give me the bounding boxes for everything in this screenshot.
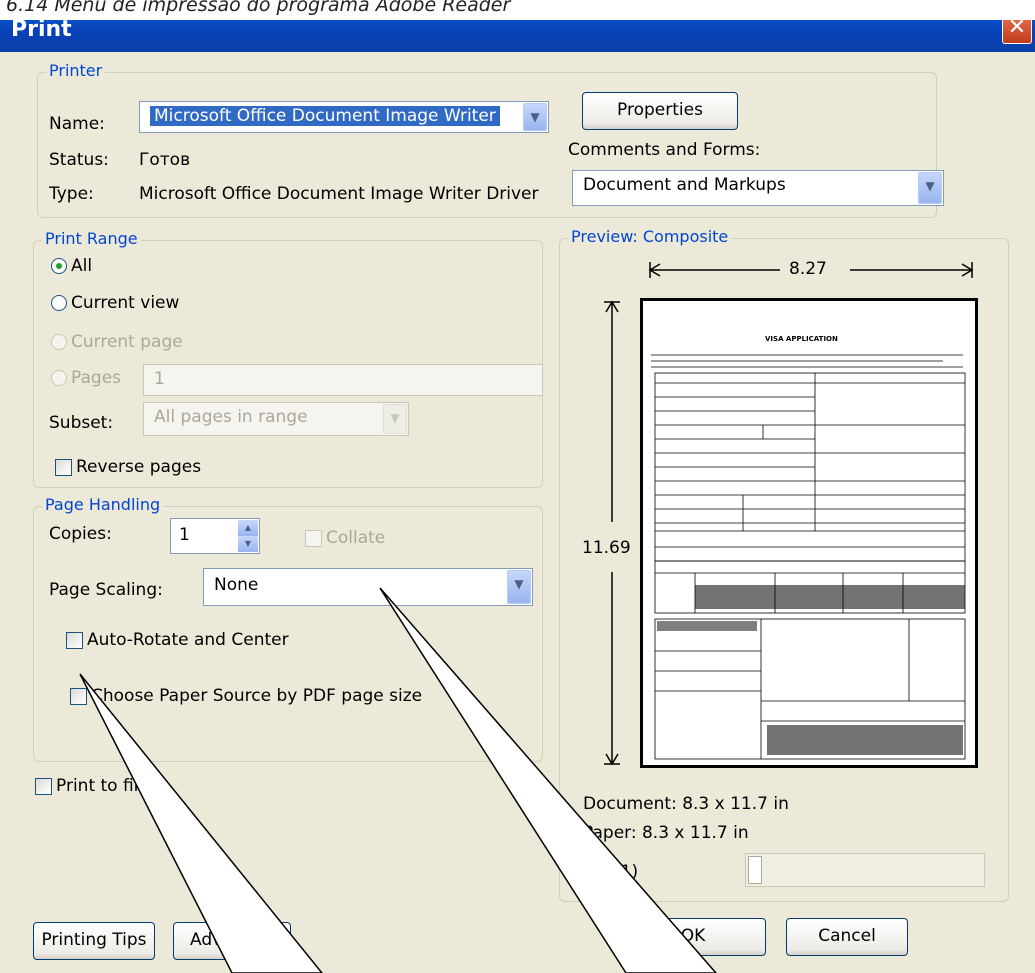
comments-forms-select[interactable]: Document and Markups ▼ <box>572 170 944 206</box>
preview-page: VISA APPLICATION <box>640 298 978 768</box>
comments-forms-label: Comments and Forms: <box>568 140 761 160</box>
subset-label: Subset: <box>49 413 114 433</box>
window-title: Print <box>11 17 72 42</box>
range-current-view-label: Current view <box>71 293 180 313</box>
pages-input-value: 1 <box>154 369 165 389</box>
advanced-button[interactable]: Advanced <box>173 922 291 960</box>
chevron-down-icon: ▼ <box>383 404 407 434</box>
range-pages-label: Pages <box>71 368 122 388</box>
reverse-pages-label: Reverse pages <box>76 457 202 477</box>
range-all-radio[interactable]: All <box>51 256 92 276</box>
checkbox-icon <box>70 687 87 705</box>
auto-rotate-label: Auto-Rotate and Center <box>87 630 289 650</box>
range-current-view-radio[interactable]: Current view <box>51 293 179 313</box>
radio-icon <box>51 334 67 350</box>
print-to-file-checkbox[interactable]: Print to file <box>35 776 149 796</box>
copies-stepper[interactable]: 1 ▲ ▼ <box>170 518 260 554</box>
printer-status-label: Status: <box>49 150 109 170</box>
chevron-down-icon: ▼ <box>507 570 531 604</box>
preview-height-value: 11.69 <box>582 538 631 558</box>
checkbox-icon <box>55 458 72 476</box>
chevron-down-icon: ▼ <box>523 103 547 131</box>
preview-page-slider[interactable] <box>745 853 985 887</box>
page-scaling-select[interactable]: None ▼ <box>203 568 533 606</box>
copies-label: Copies: <box>49 524 112 544</box>
comments-forms-value: Document and Markups <box>583 175 786 195</box>
paper-source-checkbox[interactable]: Choose Paper Source by PDF page size <box>70 686 422 706</box>
printer-name-value: Microsoft Office Document Image Writer <box>150 106 500 126</box>
range-all-label: All <box>71 256 93 276</box>
printer-type-label: Type: <box>49 184 94 204</box>
printer-type-value: Microsoft Office Document Image Writer D… <box>139 184 539 204</box>
preview-group-title: Preview: Composite <box>568 227 732 246</box>
range-current-page-radio[interactable]: Current page <box>51 332 183 352</box>
subset-select[interactable]: All pages in range ▼ <box>143 402 409 436</box>
radio-icon <box>51 370 67 386</box>
page-scaling-value: None <box>214 575 259 595</box>
page-handling-group-title: Page Handling <box>42 495 164 514</box>
checkbox-icon <box>305 529 322 547</box>
document-size: Document: 8.3 x 11.7 in <box>583 794 789 814</box>
chevron-down-icon: ▼ <box>918 172 942 204</box>
auto-rotate-checkbox[interactable]: Auto-Rotate and Center <box>66 630 289 650</box>
ok-button[interactable]: OK <box>620 918 766 956</box>
printer-name-select[interactable]: Microsoft Office Document Image Writer ▼ <box>139 101 549 133</box>
reverse-pages-checkbox[interactable]: Reverse pages <box>55 457 201 477</box>
collate-label: Collate <box>326 528 386 548</box>
preview-width-value: 8.27 <box>789 259 827 279</box>
spin-up-icon[interactable]: ▲ <box>238 520 258 536</box>
radio-icon <box>51 295 67 311</box>
cancel-button[interactable]: Cancel <box>786 918 908 956</box>
radio-selected-icon <box>51 258 67 274</box>
preview-form-graphic <box>651 354 966 760</box>
range-current-page-label: Current page <box>71 332 183 352</box>
properties-button[interactable]: Properties <box>582 92 738 130</box>
printing-tips-button[interactable]: Printing Tips <box>33 922 155 960</box>
print-range-group-title: Print Range <box>42 229 141 248</box>
range-pages-radio[interactable]: Pages <box>51 368 121 388</box>
printer-name-label: Name: <box>49 114 105 134</box>
collate-checkbox[interactable]: Collate <box>305 528 385 548</box>
copies-value: 1 <box>179 525 190 545</box>
slider-thumb[interactable] <box>748 856 762 884</box>
spin-down-icon[interactable]: ▼ <box>238 536 258 552</box>
checkbox-icon <box>66 631 83 649</box>
subset-value: All pages in range <box>154 407 308 427</box>
figure-caption: 6.14 Menu de impressão do programa Adobe… <box>0 0 1035 20</box>
paper-size: Paper: 8.3 x 11.7 in <box>583 823 749 843</box>
paper-source-label: Choose Paper Source by PDF page size <box>91 686 423 706</box>
checkbox-icon <box>35 777 52 795</box>
pages-input[interactable]: 1 <box>143 364 543 396</box>
page-scaling-label: Page Scaling: <box>49 580 163 600</box>
printer-status-value: Готов <box>139 150 191 170</box>
page-indicator: (1) <box>614 862 639 882</box>
print-to-file-label: Print to file <box>56 776 149 796</box>
printer-group-title: Printer <box>46 61 106 80</box>
